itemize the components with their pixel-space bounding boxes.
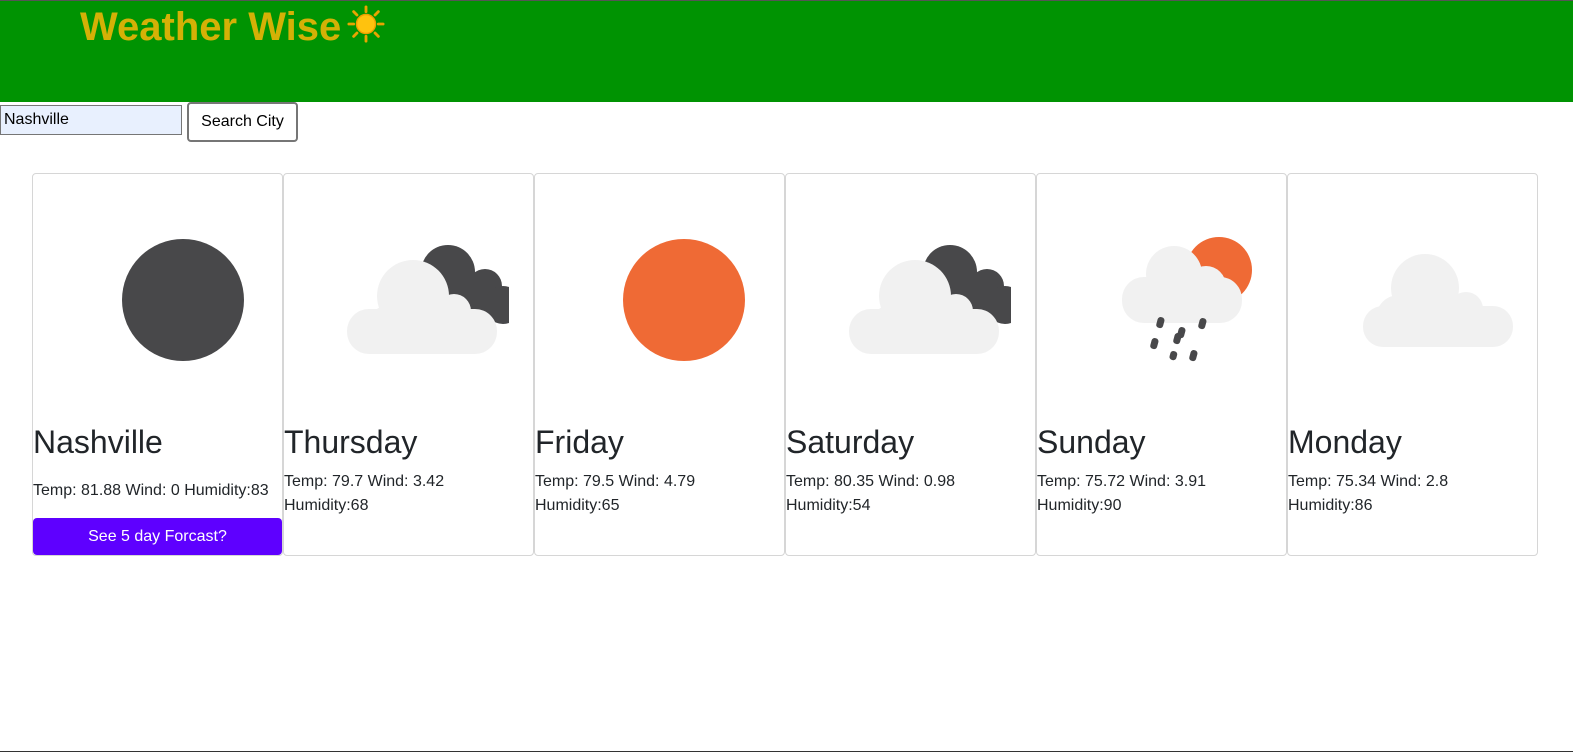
current-weather-card: Nashville Temp: 81.88 Wind: 0 Humidity:8…: [32, 173, 283, 556]
sun-icon: [535, 214, 784, 414]
sun-emoji-icon: [347, 5, 385, 53]
forecast-day: Monday: [1288, 424, 1402, 460]
moon-icon: [33, 214, 282, 414]
search-city-button[interactable]: Search City: [187, 102, 298, 142]
forecast-day: Saturday: [786, 424, 915, 460]
forecast-stats: Temp: 75.34 Wind: 2.8 Humidity:86: [1288, 473, 1449, 514]
app-header: Weather Wise: [0, 0, 1573, 102]
city-name: Nashville: [33, 424, 163, 460]
forecast-stats: Temp: 75.72 Wind: 3.91 Humidity:90: [1037, 473, 1206, 514]
forecast-stats: Temp: 79.7 Wind: 3.42 Humidity:68: [284, 473, 445, 514]
partly-cloudy-night-icon: [786, 214, 1035, 414]
five-day-forecast-button[interactable]: See 5 day Forcast?: [33, 518, 282, 555]
current-stats: Temp: 81.88 Wind: 0 Humidity:83: [33, 482, 269, 499]
partly-cloudy-night-icon: [284, 214, 533, 414]
forecast-card-thursday: Thursday Temp: 79.7 Wind: 3.42 Humidity:…: [283, 173, 534, 556]
app-title: Weather Wise: [80, 5, 385, 53]
forecast-card-saturday: Saturday Temp: 80.35 Wind: 0.98 Humidity…: [785, 173, 1036, 556]
city-search-input[interactable]: [0, 105, 182, 135]
forecast-card-friday: Friday Temp: 79.5 Wind: 4.79 Humidity:65: [534, 173, 785, 556]
forecast-stats: Temp: 80.35 Wind: 0.98 Humidity:54: [786, 473, 955, 514]
forecast-card-monday: Monday Temp: 75.34 Wind: 2.8 Humidity:86: [1287, 173, 1538, 556]
cloud-icon: [1288, 214, 1537, 414]
forecast-day: Thursday: [284, 424, 418, 460]
forecast-stats: Temp: 79.5 Wind: 4.79 Humidity:65: [535, 473, 696, 514]
forecast-day: Sunday: [1037, 424, 1146, 460]
forecast-day: Friday: [535, 424, 624, 460]
forecast-card-sunday: Sunday Temp: 75.72 Wind: 3.91 Humidity:9…: [1036, 173, 1287, 556]
rain-sun-icon: [1037, 214, 1286, 414]
